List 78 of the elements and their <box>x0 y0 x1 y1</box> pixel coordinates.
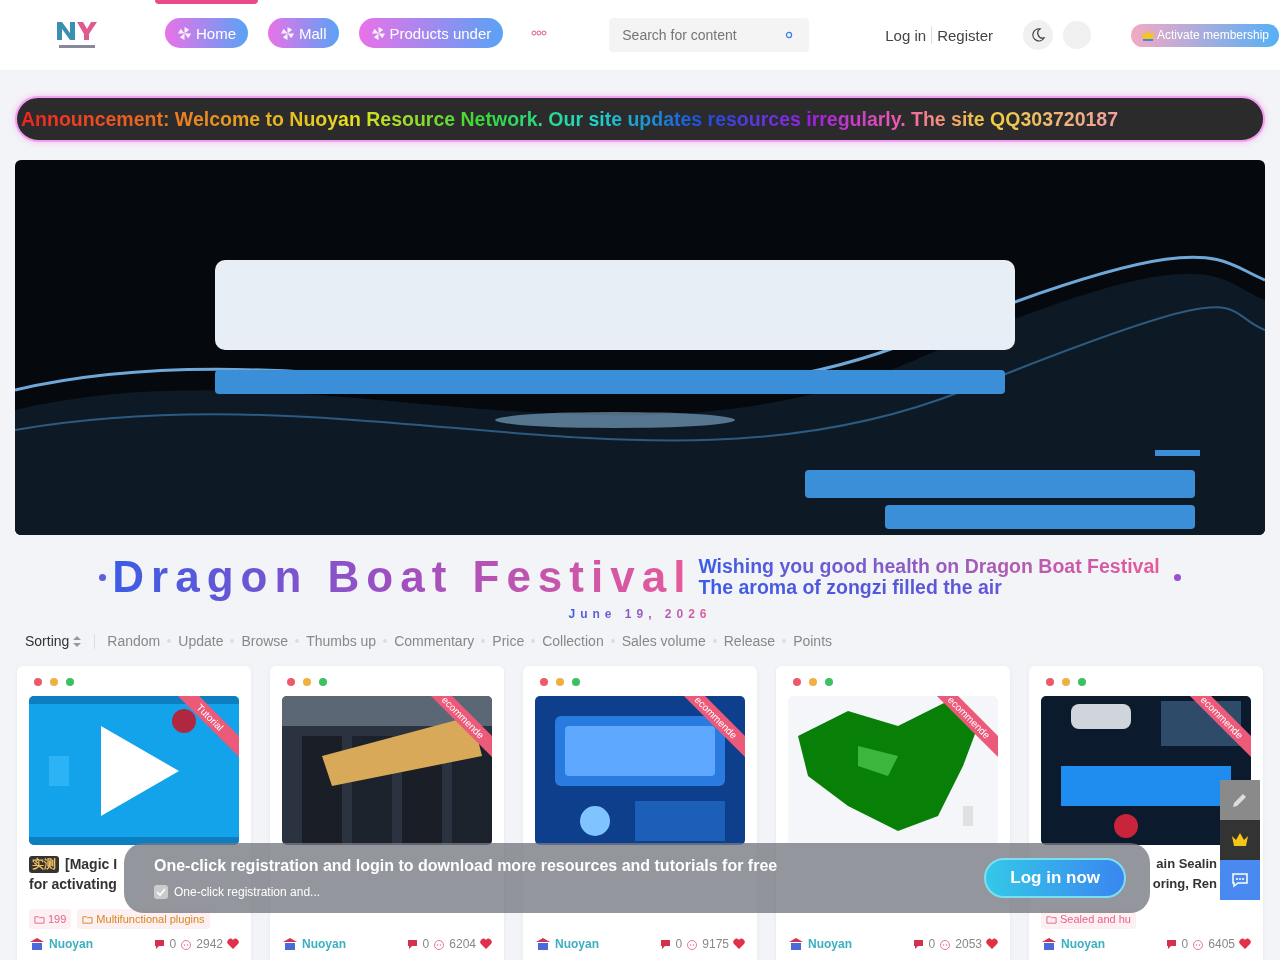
comment-icon <box>1165 938 1178 950</box>
sort-option[interactable]: Sales volume <box>621 633 706 649</box>
card-title[interactable]: for activating <box>29 874 117 894</box>
sort-option[interactable]: Thumbs up <box>306 633 377 649</box>
comment-icon <box>659 938 672 950</box>
folder-icon <box>1046 913 1057 925</box>
dark-mode-button[interactable] <box>1023 20 1053 50</box>
author-name[interactable]: Nuoyan <box>49 937 93 951</box>
pinwheel-icon <box>370 25 386 41</box>
author-name[interactable]: Nuoyan <box>302 937 346 951</box>
view-icon <box>686 938 699 950</box>
card-title[interactable]: ain Sealin <box>1156 854 1217 874</box>
view-icon <box>180 938 193 950</box>
moon-icon <box>1030 27 1046 43</box>
search-icon[interactable] <box>785 31 794 39</box>
sort-option[interactable]: Release <box>723 633 776 649</box>
sort-option[interactable]: Browse <box>241 633 289 649</box>
heart-icon[interactable] <box>480 938 492 950</box>
nav-tab[interactable]: Products under <box>358 18 504 48</box>
card-badge: 实测 <box>29 855 59 873</box>
folder-icon <box>82 913 94 925</box>
comment-count: 0 <box>169 937 177 951</box>
decor-dot <box>1173 573 1181 581</box>
window-dots-icon <box>287 678 327 686</box>
crown-icon <box>1141 28 1155 42</box>
view-count: 2942 <box>196 937 223 951</box>
view-icon <box>1192 938 1205 950</box>
sort-option[interactable]: Price <box>492 633 525 649</box>
check-icon <box>156 887 166 897</box>
folder-icon <box>34 913 45 925</box>
sort-option[interactable]: Update <box>178 633 224 649</box>
login-link[interactable]: Log in <box>885 26 927 44</box>
view-count: 9175 <box>702 937 729 951</box>
view-icon <box>939 938 952 950</box>
sort-option[interactable]: Points <box>793 633 833 649</box>
nav-tab[interactable]: Home <box>165 18 248 48</box>
comment-count: 0 <box>1181 937 1189 951</box>
window-dots-icon <box>540 678 580 686</box>
chat-icon <box>1230 870 1250 890</box>
sort-option[interactable]: Commentary <box>394 633 475 649</box>
register-link[interactable]: Register <box>937 26 993 44</box>
search-field[interactable]: Search for content <box>609 18 810 52</box>
decor-dot <box>99 573 107 581</box>
card-title[interactable]: oring, Ren <box>1152 874 1217 894</box>
author-name[interactable]: Nuoyan <box>1061 937 1105 951</box>
comment-icon <box>406 938 419 950</box>
view-icon <box>433 938 446 950</box>
comment-count: 0 <box>928 937 936 951</box>
card-tag[interactable]: 199 <box>29 909 72 929</box>
sort-option[interactable]: Collection <box>542 633 604 649</box>
pinwheel-icon <box>280 25 295 41</box>
card-title[interactable]: [Magic I <box>65 854 118 874</box>
sort-option[interactable]: Random <box>107 633 161 649</box>
heart-icon[interactable] <box>1239 938 1251 950</box>
sort-arrows-icon <box>73 635 82 647</box>
nav-tab[interactable]: Mall <box>268 18 339 48</box>
view-count: 6204 <box>449 937 476 951</box>
heart-icon[interactable] <box>227 938 239 950</box>
more-icon[interactable] <box>531 30 548 36</box>
membership-button[interactable]: Activate membership <box>1131 23 1280 47</box>
comment-icon <box>912 938 925 950</box>
window-dots-icon <box>34 678 74 686</box>
comment-count: 0 <box>675 937 683 951</box>
vip-button[interactable] <box>1220 820 1260 860</box>
view-count: 2053 <box>955 937 982 951</box>
login-now-button[interactable]: Log in now <box>984 858 1126 898</box>
window-dots-icon <box>1046 678 1086 686</box>
comment-count: 0 <box>422 937 430 951</box>
sorting-toggle[interactable]: Sorting <box>25 633 82 649</box>
heart-icon[interactable] <box>733 938 745 950</box>
comment-icon <box>153 938 166 950</box>
author-name[interactable]: Nuoyan <box>808 937 852 951</box>
author-name[interactable]: Nuoyan <box>555 937 599 951</box>
window-dots-icon <box>793 678 833 686</box>
pinwheel-icon <box>177 25 192 41</box>
festival-greeting: Wishing you good health on Dragon Boat Festival <box>698 556 1160 577</box>
heart-icon[interactable] <box>986 938 998 950</box>
view-count: 6405 <box>1208 937 1235 951</box>
